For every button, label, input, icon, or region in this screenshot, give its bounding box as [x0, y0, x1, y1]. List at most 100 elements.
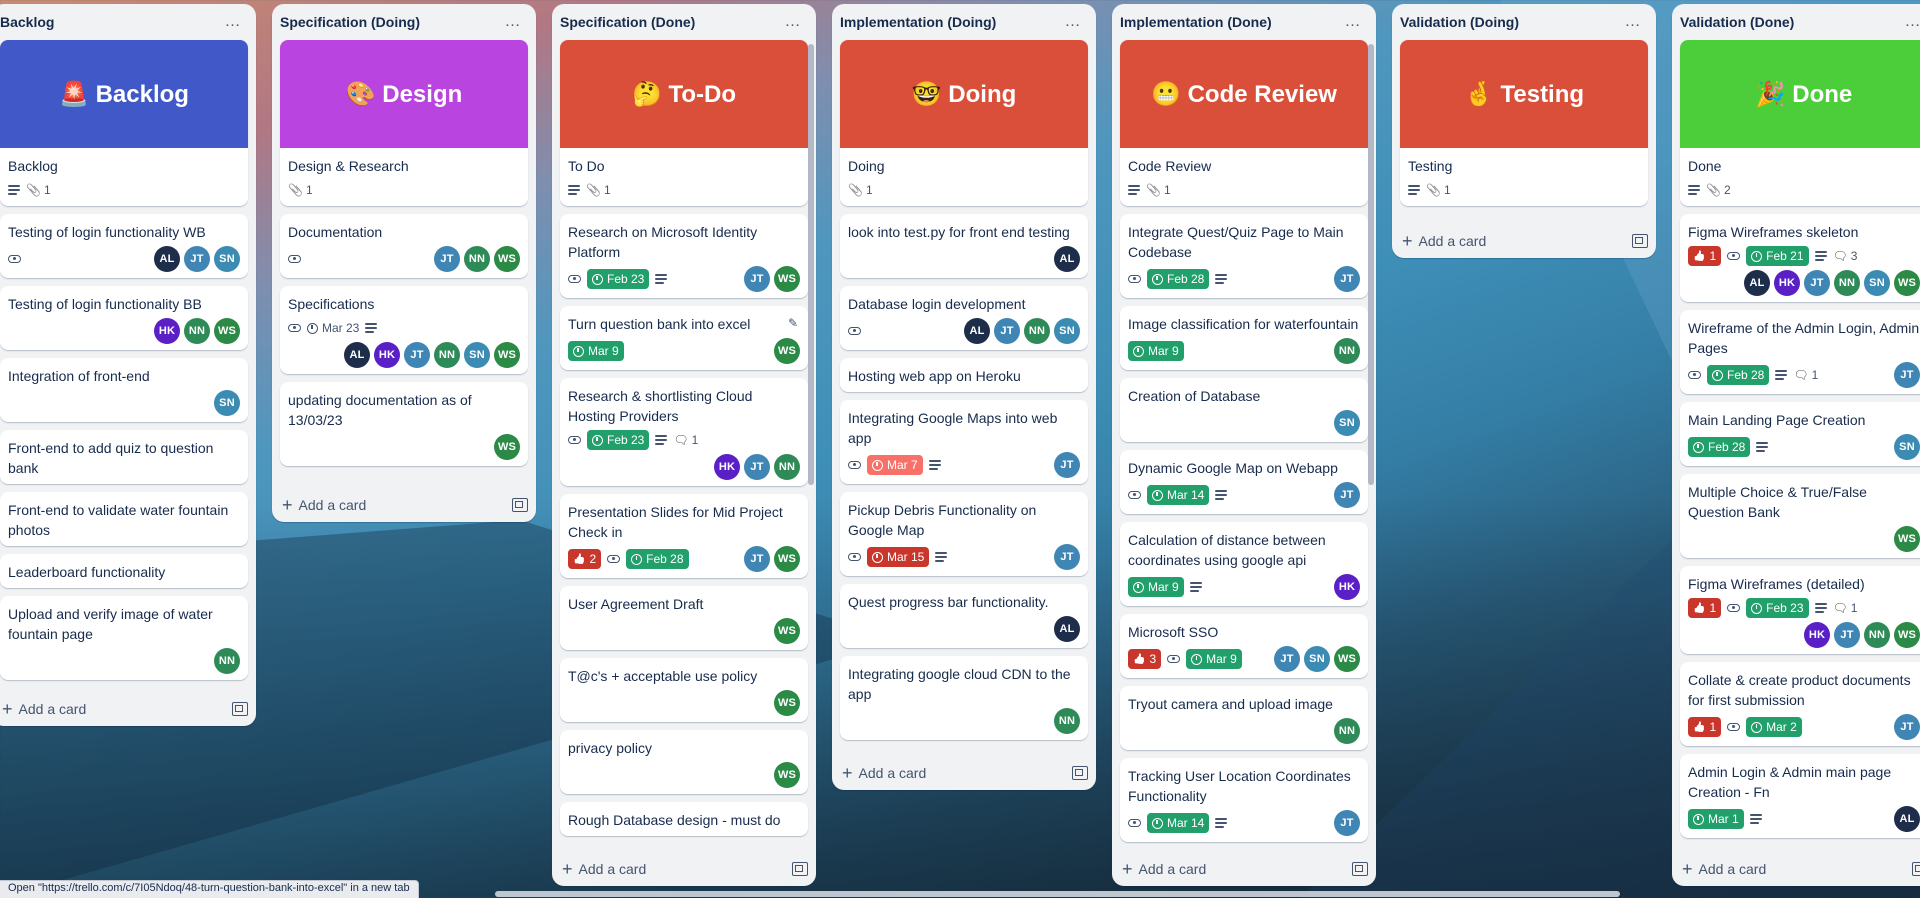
avatar[interactable]: WS — [774, 266, 800, 292]
avatar[interactable]: WS — [494, 434, 520, 460]
avatar[interactable]: SN — [1304, 646, 1330, 672]
card[interactable]: ✎ Turn question bank into excel Mar 9 WS — [560, 306, 808, 370]
card[interactable]: Microsoft SSO 👍 3 Mar 9 JT SN WS — [1120, 614, 1368, 678]
avatar[interactable]: HK — [1334, 574, 1360, 600]
more-options-icon[interactable]: … — [780, 9, 806, 35]
avatar[interactable]: JT — [1274, 646, 1300, 672]
card[interactable]: Collate & create product documents for f… — [1680, 662, 1920, 746]
avatar[interactable]: WS — [774, 690, 800, 716]
avatar[interactable]: NN — [1024, 318, 1050, 344]
card[interactable]: Testing of login functionality BB HK NN WS — [0, 286, 248, 350]
due-date-badge[interactable]: Mar 9 — [1128, 341, 1184, 361]
card-template-icon[interactable] — [1632, 234, 1648, 248]
avatar[interactable]: AL — [1054, 616, 1080, 642]
avatar[interactable]: JT — [184, 246, 210, 272]
card[interactable]: Specifications Mar 23 AL HK JT NN SN WS — [280, 286, 528, 374]
avatar[interactable]: SN — [1894, 434, 1920, 460]
card[interactable]: Rough Database design - must do — [560, 802, 808, 836]
card-template-icon[interactable] — [1072, 766, 1088, 780]
card[interactable]: Tracking User Location Coordinates Funct… — [1120, 758, 1368, 842]
edit-icon[interactable]: ✎ — [788, 316, 798, 330]
card-template-icon[interactable] — [1912, 862, 1920, 876]
avatar[interactable]: NN — [1834, 270, 1860, 296]
avatar[interactable]: JT — [1334, 810, 1360, 836]
card[interactable]: Integrating google cloud CDN to the app N… — [840, 656, 1088, 740]
avatar[interactable]: WS — [774, 546, 800, 572]
avatar[interactable]: NN — [434, 342, 460, 368]
more-options-icon[interactable]: … — [1340, 9, 1366, 35]
add-card-button[interactable]: + Add a card — [1122, 859, 1206, 880]
avatar[interactable]: WS — [1894, 622, 1920, 648]
avatar[interactable]: SN — [1864, 270, 1890, 296]
due-date-badge[interactable]: Mar 1 — [1688, 809, 1744, 829]
card[interactable]: privacy policy WS — [560, 730, 808, 794]
due-date-badge[interactable]: Feb 28 — [1147, 269, 1210, 289]
avatar[interactable]: WS — [774, 762, 800, 788]
card[interactable]: 🎉 Done Done 📎 2 — [1680, 40, 1920, 206]
avatar[interactable]: NN — [1864, 622, 1890, 648]
avatar[interactable]: JT — [1894, 362, 1920, 388]
due-date-badge[interactable]: Feb 23 — [587, 269, 650, 289]
avatar[interactable]: JT — [744, 454, 770, 480]
avatar[interactable]: WS — [774, 618, 800, 644]
card[interactable]: Documentation JT NN WS — [280, 214, 528, 278]
card[interactable]: Calculation of distance between coordina… — [1120, 522, 1368, 606]
avatar[interactable]: AL — [1894, 806, 1920, 832]
due-date-badge[interactable]: Mar 7 — [867, 455, 923, 475]
list-title[interactable]: Validation (Doing) — [1400, 14, 1519, 30]
card[interactable]: Creation of Database SN — [1120, 378, 1368, 442]
avatar[interactable]: AL — [1744, 270, 1770, 296]
due-date-badge[interactable]: Mar 2 — [1746, 717, 1802, 737]
due-date-badge[interactable]: Feb 28 — [626, 549, 689, 569]
avatar[interactable]: NN — [214, 648, 240, 674]
card[interactable]: Integrating Google Maps into web app Mar … — [840, 400, 1088, 484]
more-options-icon[interactable]: … — [500, 9, 526, 35]
card[interactable]: T@c's + acceptable use policy WS — [560, 658, 808, 722]
card[interactable]: Presentation Slides for Mid Project Chec… — [560, 494, 808, 578]
avatar[interactable]: JT — [1894, 714, 1920, 740]
avatar[interactable]: WS — [214, 318, 240, 344]
card[interactable]: Figma Wireframes skeleton 👍 1 Feb 21 🗨 3 AL HK J… — [1680, 214, 1920, 302]
more-options-icon[interactable]: … — [220, 9, 246, 35]
due-date-badge[interactable]: Feb 28 — [1688, 437, 1751, 457]
avatar[interactable]: SN — [1054, 318, 1080, 344]
avatar[interactable]: WS — [494, 246, 520, 272]
avatar[interactable]: HK — [1774, 270, 1800, 296]
avatar[interactable]: WS — [1894, 526, 1920, 552]
list-title[interactable]: Specification (Done) — [560, 14, 695, 30]
avatar[interactable]: WS — [1894, 270, 1920, 296]
card[interactable]: Admin Login & Admin main page Creation -… — [1680, 754, 1920, 838]
avatar[interactable]: JT — [434, 246, 460, 272]
avatar[interactable]: SN — [1334, 410, 1360, 436]
card[interactable]: Multiple Choice & True/False Question Ba… — [1680, 474, 1920, 558]
avatar[interactable]: NN — [774, 454, 800, 480]
due-date-badge[interactable]: Mar 14 — [1147, 813, 1210, 833]
card[interactable]: Research & shortlisting Cloud Hosting Pr… — [560, 378, 808, 486]
list-scrollbar[interactable] — [808, 44, 814, 485]
card[interactable]: Integration of front-end SN — [0, 358, 248, 422]
card[interactable]: Image classification for waterfountain Ma… — [1120, 306, 1368, 370]
card[interactable]: Research on Microsoft Identity Platform F… — [560, 214, 808, 298]
avatar[interactable]: AL — [344, 342, 370, 368]
add-card-button[interactable]: + Add a card — [282, 495, 366, 516]
avatar[interactable]: WS — [1334, 646, 1360, 672]
card[interactable]: 🤓 Doing Doing 📎 1 — [840, 40, 1088, 206]
card[interactable]: Tryout camera and upload image NN — [1120, 686, 1368, 750]
more-options-icon[interactable]: … — [1620, 9, 1646, 35]
avatar[interactable]: AL — [964, 318, 990, 344]
card[interactable]: Wireframe of the Admin Login, Admin Page… — [1680, 310, 1920, 394]
due-date-badge[interactable]: Feb 28 — [1707, 365, 1770, 385]
avatar[interactable]: HK — [374, 342, 400, 368]
avatar[interactable]: SN — [464, 342, 490, 368]
card[interactable]: 🤔 To-Do To Do 📎 1 — [560, 40, 808, 206]
list-title[interactable]: Implementation (Doing) — [840, 14, 996, 30]
avatar[interactable]: JT — [1054, 544, 1080, 570]
card-template-icon[interactable] — [512, 498, 528, 512]
avatar[interactable]: WS — [494, 342, 520, 368]
card-template-icon[interactable] — [792, 862, 808, 876]
card[interactable]: 🤞 Testing Testing 📎 1 — [1400, 40, 1648, 206]
avatar[interactable]: NN — [1334, 718, 1360, 744]
add-card-button[interactable]: + Add a card — [1682, 859, 1766, 880]
card[interactable]: Main Landing Page Creation Feb 28 SN — [1680, 402, 1920, 466]
card[interactable]: updating documentation as of 13/03/23 WS — [280, 382, 528, 466]
